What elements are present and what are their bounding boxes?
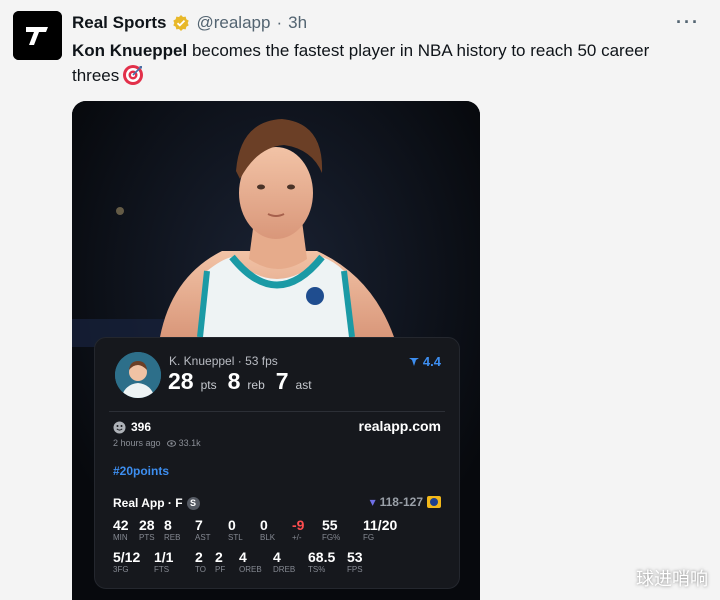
stat-fts: 1/1 FTS (154, 549, 174, 575)
stat-to: 2 TO (195, 549, 206, 575)
game-score: ▾ 118-127 (370, 495, 441, 509)
realapp-link[interactable]: realapp.com (359, 418, 441, 434)
stat-oreb: 4 OREB (239, 549, 262, 575)
rebounds-value: 8 (227, 368, 241, 394)
stat-ts-pct: 68.5 TS% (308, 549, 336, 575)
real-logo-icon (13, 11, 62, 60)
posted-time: 2 hours ago (113, 438, 161, 448)
tweet-media-image[interactable]: K. Knueppel · 53 fps 28 pts 8 reb 7 ast 4.4… (72, 101, 480, 600)
stat-card[interactable]: K. Knueppel · 53 fps 28 pts 8 reb 7 ast 4.4… (94, 337, 460, 589)
more-options-icon[interactable]: ··· (676, 12, 700, 33)
rating-chevron-icon (409, 358, 420, 366)
tweet-player-name: Kon Knueppel (72, 41, 188, 60)
pacers-logo-icon (427, 496, 441, 508)
stat-fg-pct: 55 FG% (322, 517, 341, 543)
stat-plus-minus: -9 +/- (292, 517, 305, 543)
tweet-header: Real Sports @realapp · 3h (72, 12, 307, 34)
verified-badge-icon (173, 15, 190, 31)
source-label: Real App · F S (113, 496, 200, 510)
account-name[interactable]: Real Sports (72, 13, 166, 33)
rating-value: 4.4 (422, 354, 441, 369)
stat-stl: 0 STL (228, 517, 243, 543)
stat-line: 28 pts 8 reb 7 ast (168, 368, 312, 394)
stat-ast: 7 AST (195, 517, 211, 543)
hornets-logo-icon: ▾ (369, 495, 376, 509)
score-value: 118-127 (379, 495, 423, 509)
account-avatar[interactable] (13, 11, 62, 60)
watermark: 球进哨响 (636, 569, 708, 590)
divider (109, 411, 445, 412)
stat-pf: 2 PF (215, 549, 226, 575)
player-avatar (115, 352, 161, 398)
stat-fps: 53 FPS (347, 549, 363, 575)
source-badge: S (186, 496, 200, 510)
assists-value: 7 (275, 368, 289, 394)
rating: 4.4 (409, 354, 441, 369)
stat-dreb: 4 DREB (273, 549, 296, 575)
player-name-line: K. Knueppel · 53 fps (169, 354, 278, 368)
box-score-row-2: 5/12 3FG 1/1 FTS 2 TO 2 PF 4 OREB 4 DREB 68.5 T… (113, 550, 363, 575)
player-name: K. Knueppel (169, 354, 235, 368)
box-score-row-1: 42 MIN 28 PTS 8 REB 7 AST 0 STL 0 BLK -9 +/- 55… (113, 518, 397, 543)
stat-3fg: 5/12 3FG (113, 549, 141, 575)
stat-reb: 8 REB (164, 517, 181, 543)
account-handle[interactable]: @realapp (196, 13, 270, 33)
stat-blk: 0 BLK (260, 517, 276, 543)
tweet-text: Kon Knueppel becomes the fastest player … (72, 38, 672, 88)
stat-min: 42 MIN (113, 517, 129, 543)
smiley-icon (113, 421, 126, 433)
points-value: 28 (168, 368, 194, 394)
reactions[interactable]: 396 (113, 420, 151, 434)
stat-fg: 11/20 FG (363, 517, 398, 543)
eye-icon (167, 439, 177, 447)
header-separator: · (276, 13, 283, 32)
player-fps: 53 fps (245, 354, 278, 368)
view-count: 33.1k (178, 438, 201, 448)
hashtag-link[interactable]: #20points (113, 464, 169, 478)
direct-hit-target-icon (123, 65, 144, 85)
stat-pts: 28 PTS (139, 517, 155, 543)
post-meta: 2 hours ago 33.1k (113, 438, 201, 448)
tweet-time[interactable]: 3h (288, 13, 307, 33)
reaction-count: 396 (131, 420, 152, 434)
